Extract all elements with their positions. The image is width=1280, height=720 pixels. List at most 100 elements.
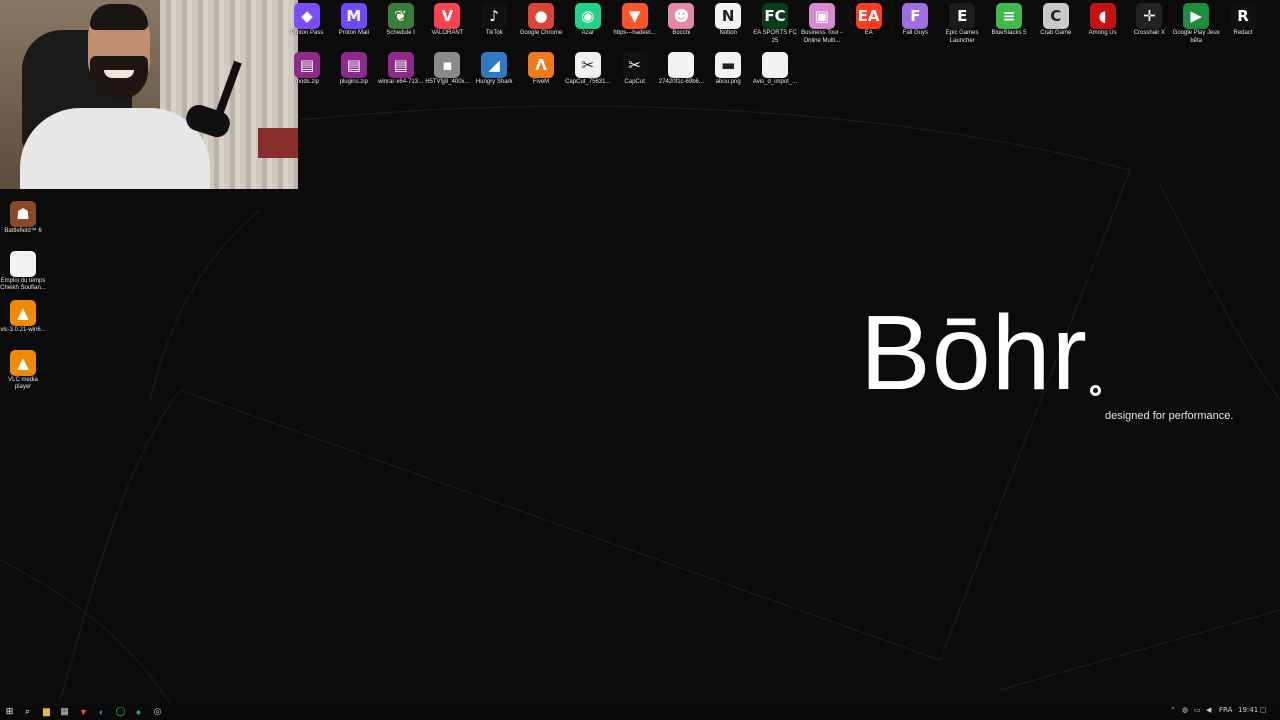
desktop-shortcut[interactable]: EA EA <box>845 3 893 38</box>
desktop-shortcut-label: Fall Guys <box>902 30 929 36</box>
desktop-shortcut-label: Google Chrome <box>519 30 563 36</box>
desktop-shortcut[interactable]: R Redact <box>1219 3 1267 38</box>
desktop-shortcut[interactable]: E Epic Games Launcher <box>938 3 986 45</box>
desktop-shortcut-label: Schedule I <box>386 30 415 36</box>
vlc-icon: ▲ <box>10 349 36 376</box>
brand-dot-mark <box>1090 385 1101 396</box>
brave-taskbar-icon[interactable]: ▼ <box>77 705 90 718</box>
desktop-shortcut[interactable]: ✛ Crosshair X <box>1125 3 1173 38</box>
among-us-icon: ◖ <box>1089 3 1116 29</box>
desktop-shortcut-label: Business Tour - Online Multi... <box>801 30 843 44</box>
desktop-shortcut-label: BlueStacks 5 <box>991 30 1027 36</box>
tiktok-icon: ♪ <box>481 3 508 29</box>
edge-icon[interactable]: ◐ <box>95 705 108 718</box>
calculator-icon[interactable]: ▦ <box>58 705 71 718</box>
capcut-installer-icon: ✂ <box>574 52 601 78</box>
desktop-shortcut[interactable]: ◉ Azar <box>564 3 612 38</box>
ea-fc-icon: FC <box>762 3 788 29</box>
webcam-overlay <box>0 0 298 189</box>
desktop-shortcut[interactable]: FC EA SPORTS FC 25 <box>751 3 799 45</box>
bluestacks-icon: ≡ <box>996 3 1022 29</box>
desktop-shortcut[interactable]: C Crab Game <box>1032 3 1080 38</box>
taskbar: ⊞ ⌕ ▆ ▦ ▼ ◐ ◯ ● ◎ ⌃ ◍ ▭ ◀ FRA 19:41 ▢ <box>0 703 1280 720</box>
desktop-shortcut[interactable]: ❦ Schedule I <box>377 3 425 38</box>
proton-mail-icon: M <box>340 3 367 29</box>
volume-tray-icon[interactable]: ◀ <box>1206 706 1211 714</box>
search-icon[interactable]: ⌕ <box>21 705 34 718</box>
desktop-shortcut[interactable]: ▤ plugins.zip <box>330 52 378 87</box>
desktop-shortcut-label: Epic Games Launcher <box>945 30 979 44</box>
display-tray-icon[interactable]: ▭ <box>1194 706 1201 714</box>
desktop-shortcut[interactable]: ▶ Google Play Jeux bêta <box>1172 3 1220 45</box>
whatsapp-icon[interactable]: ◯ <box>114 705 127 718</box>
desktop-shortcut-label: CapCut_75631... <box>565 79 611 85</box>
winrar-installer-icon: ▤ <box>387 52 414 78</box>
desktop-shortcut[interactable]: Emploi du temps Cheikh Soufian... <box>0 250 46 293</box>
capcut-icon: ✂ <box>621 52 648 78</box>
notification-center-icon[interactable]: ▢ <box>1260 706 1267 714</box>
start-button[interactable]: ⊞ <box>3 705 16 718</box>
desktop-shortcut[interactable]: M Proton Mail <box>330 3 378 38</box>
desktop-shortcut[interactable]: ✂ CapCut_75631... <box>564 52 612 87</box>
desktop-shortcut-label: Bocchi <box>672 30 691 36</box>
wallpaper-brand: Bōhr designed for performance. <box>860 300 1240 440</box>
show-hidden-icons-chevron[interactable]: ⌃ <box>1170 706 1176 714</box>
desktop-shortcut-label: Proton Mail <box>338 30 369 36</box>
business-tour-icon: ▣ <box>808 3 835 29</box>
file-icon <box>668 52 695 78</box>
desktop-shortcut[interactable]: ● Google Chrome <box>517 3 565 38</box>
desktop-shortcut-label: Crab Game <box>1040 30 1072 36</box>
desktop-shortcut[interactable]: ◆ Proton Pass <box>283 3 331 38</box>
desktop-shortcut-label: Emploi du temps Cheikh Soufian... <box>0 277 46 292</box>
desktop-shortcut[interactable]: ♪ TikTok <box>470 3 518 38</box>
desktop-shortcut[interactable]: ☻ Bocchi <box>657 3 705 38</box>
desktop-shortcut[interactable]: ◖ Among Us <box>1079 3 1127 38</box>
azar-icon: ◉ <box>574 3 601 29</box>
desktop-shortcut-label: vlc-3.0.21-win6... <box>0 327 46 333</box>
battlefield-icon: ☗ <box>10 201 36 227</box>
file-explorer-icon[interactable]: ▆ <box>40 705 53 718</box>
desktop-shortcut[interactable]: ▼ https---hadeet... <box>611 3 659 38</box>
spotify-icon[interactable]: ● <box>132 705 145 718</box>
desktop-shortcut[interactable]: ▬ abou.png <box>704 52 752 87</box>
brand-logo: Bōhr <box>860 294 1088 412</box>
clock[interactable]: 19:41 <box>1238 706 1258 714</box>
desktop-shortcut-label: VLC media player <box>8 376 38 391</box>
desktop-shortcut[interactable]: 27420f1c-69b6... <box>657 52 705 87</box>
chrome-icon: ● <box>528 3 554 29</box>
desktop-shortcut[interactable]: ▲ vlc-3.0.21-win6... <box>0 300 46 335</box>
desktop-shortcut[interactable]: Avis_d_impot_... <box>751 52 799 87</box>
desktop-shortcut-label: Notion <box>719 30 737 36</box>
desktop-shortcut[interactable]: ▣ Business Tour - Online Multi... <box>798 3 846 45</box>
desktop-shortcut[interactable]: ◢ Hungry Shark <box>470 52 518 87</box>
document-file-icon <box>762 52 788 78</box>
fall-guys-icon: F <box>902 3 929 29</box>
obs-icon[interactable]: ◎ <box>151 705 164 718</box>
desktop-shortcut[interactable]: ☗ Battlefield™ 6 <box>0 201 46 236</box>
language-indicator[interactable]: FRA <box>1219 706 1232 714</box>
desktop-shortcut[interactable]: N Notion <box>704 3 752 38</box>
desktop-shortcut[interactable]: V VALORANT <box>423 3 471 38</box>
winrar-archive-icon: ▤ <box>340 52 367 78</box>
desktop-shortcut[interactable]: ▪ H5TVfjj8_400x... <box>423 52 471 87</box>
desktop-shortcut-label: EA SPORTS FC 25 <box>753 30 797 44</box>
desktop-shortcut[interactable]: ▲ VLC media player <box>0 349 46 392</box>
document-file-icon <box>10 250 36 277</box>
desktop-shortcut[interactable]: ✂ CapCut <box>611 52 659 87</box>
desktop-shortcut-label: Google Play Jeux bêta <box>1172 30 1220 44</box>
brand-tagline: designed for performance. <box>1105 410 1234 422</box>
image-file-icon: ▪ <box>434 52 461 78</box>
desktop-shortcut-label: TikTok <box>485 30 503 36</box>
valorant-icon: V <box>434 3 461 29</box>
desktop-shortcut[interactable]: F Fall Guys <box>891 3 939 38</box>
network-tray-icon[interactable]: ◍ <box>1182 706 1188 714</box>
desktop-shortcut-label: Crosshair X <box>1133 30 1166 36</box>
desktop-shortcut[interactable]: ▤ winrar-x64-713... <box>377 52 425 87</box>
desktop-shortcut[interactable]: ▤ mods.zip <box>283 52 331 87</box>
desktop-shortcut-label: H5TVfjj8_400x... <box>425 79 470 85</box>
crab-game-icon: C <box>1042 3 1069 29</box>
desktop-shortcut-label: Hungry Shark <box>475 79 513 85</box>
desktop-shortcut[interactable]: ≡ BlueStacks 5 <box>985 3 1033 38</box>
desktop-shortcut[interactable]: Λ FiveM <box>517 52 565 87</box>
winrar-archive-icon: ▤ <box>294 52 320 78</box>
